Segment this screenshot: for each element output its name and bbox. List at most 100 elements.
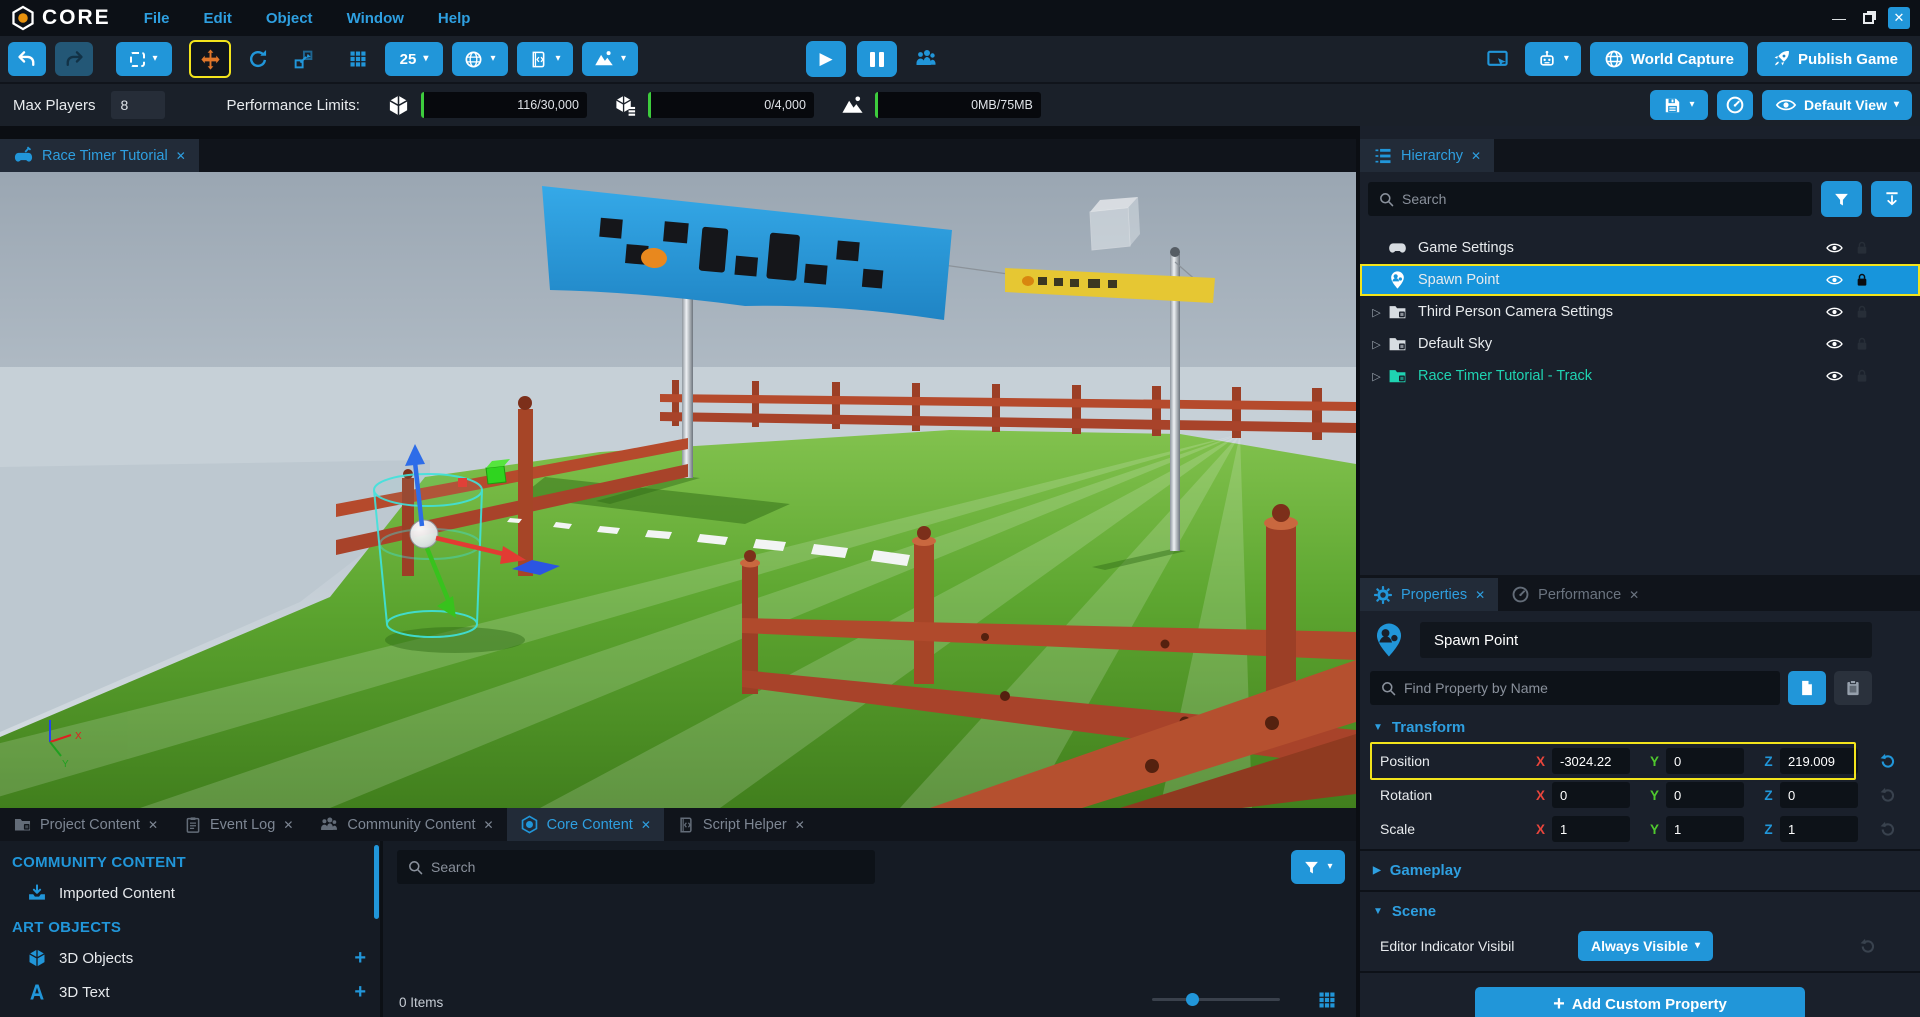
- visibility-eye-icon[interactable]: [1823, 303, 1846, 321]
- menu-edit[interactable]: Edit: [187, 2, 249, 35]
- close-tab-icon[interactable]: ✕: [795, 818, 805, 832]
- close-tab-icon[interactable]: ✕: [1471, 149, 1481, 163]
- ai-assistant-dropdown[interactable]: ▾: [1525, 42, 1581, 76]
- lock-icon[interactable]: [1854, 336, 1870, 352]
- default-view-dropdown[interactable]: Default View▾: [1762, 90, 1912, 120]
- rotation-z-input[interactable]: [1780, 782, 1858, 808]
- grid-view-button[interactable]: [1310, 985, 1344, 1015]
- close-tab-icon[interactable]: ✕: [484, 818, 494, 832]
- close-tab-icon[interactable]: ✕: [283, 818, 293, 832]
- close-tab-icon[interactable]: ✕: [1475, 588, 1485, 602]
- viewport-3d-scene[interactable]: X Y: [0, 172, 1356, 808]
- world-space-dropdown[interactable]: ▾: [452, 42, 508, 76]
- menu-file[interactable]: File: [127, 2, 187, 35]
- hierarchy-search-input[interactable]: [1368, 182, 1812, 216]
- tab-properties[interactable]: Properties ✕: [1360, 578, 1498, 611]
- scale-z-input[interactable]: [1780, 816, 1858, 842]
- rotation-y-input[interactable]: [1666, 782, 1744, 808]
- reset-position-button[interactable]: [1876, 750, 1898, 772]
- tab-hierarchy[interactable]: Hierarchy ✕: [1360, 139, 1494, 172]
- menu-help[interactable]: Help: [421, 2, 488, 35]
- publish-game-button[interactable]: Publish Game: [1757, 42, 1912, 76]
- tab-performance[interactable]: Performance ✕: [1498, 578, 1652, 611]
- sidebar-item-3d-objects[interactable]: 3D Objects +: [0, 941, 380, 975]
- lock-icon[interactable]: [1854, 368, 1870, 384]
- screen-capture-button[interactable]: [1480, 42, 1516, 76]
- close-button[interactable]: ✕: [1888, 7, 1910, 29]
- hierarchy-row-spawn-point[interactable]: Spawn Point: [1360, 264, 1920, 296]
- sidebar-scrollbar[interactable]: [374, 845, 379, 919]
- rotation-x-input[interactable]: [1552, 782, 1630, 808]
- position-z-input[interactable]: [1780, 748, 1858, 774]
- redo-button[interactable]: [55, 42, 93, 76]
- editor-indicator-dropdown[interactable]: Always Visible ▾: [1578, 931, 1713, 961]
- snap-size-dropdown[interactable]: 25▾: [385, 42, 443, 76]
- tab-core-content[interactable]: Core Content ✕: [507, 808, 664, 841]
- max-players-input[interactable]: [111, 91, 165, 119]
- tab-script-helper[interactable]: Script Helper ✕: [664, 808, 818, 841]
- expander-icon[interactable]: ▷: [1367, 370, 1386, 383]
- minimize-button[interactable]: —: [1829, 10, 1849, 26]
- tab-race-timer-tutorial[interactable]: Race Timer Tutorial ✕: [0, 139, 199, 172]
- hierarchy-row-race-timer-track[interactable]: ▷ Race Timer Tutorial - Track: [1360, 360, 1920, 392]
- copy-properties-button[interactable]: [1788, 671, 1826, 705]
- grid-snap-button[interactable]: [340, 42, 376, 76]
- hierarchy-row-game-settings[interactable]: Game Settings: [1360, 232, 1920, 264]
- visibility-eye-icon[interactable]: [1823, 367, 1846, 385]
- expander-icon[interactable]: ▷: [1367, 306, 1386, 319]
- move-tool-button[interactable]: [189, 40, 231, 78]
- position-x-input[interactable]: [1552, 748, 1630, 774]
- select-tool-button[interactable]: ▾: [116, 42, 172, 76]
- undo-button[interactable]: [8, 42, 46, 76]
- tab-event-log[interactable]: Event Log ✕: [171, 808, 306, 841]
- content-filter-button[interactable]: ▾: [1291, 850, 1345, 884]
- hierarchy-row-third-person-camera[interactable]: ▷ Third Person Camera Settings: [1360, 296, 1920, 328]
- find-property-input[interactable]: [1370, 671, 1780, 705]
- add-3d-objects-button[interactable]: +: [354, 948, 366, 968]
- scale-tool-button[interactable]: [285, 42, 321, 76]
- rotate-tool-button[interactable]: [240, 42, 276, 76]
- position-y-input[interactable]: [1666, 748, 1744, 774]
- visibility-eye-icon[interactable]: [1823, 335, 1846, 353]
- close-tab-icon[interactable]: ✕: [176, 149, 186, 163]
- world-capture-button[interactable]: World Capture: [1590, 42, 1748, 76]
- performance-mode-button[interactable]: [1717, 90, 1753, 120]
- section-scene[interactable]: ▼ Scene: [1360, 897, 1920, 926]
- reset-rotation-button[interactable]: [1876, 784, 1898, 806]
- script-dropdown[interactable]: ▾: [517, 42, 573, 76]
- hierarchy-row-default-sky[interactable]: ▷ Default Sky: [1360, 328, 1920, 360]
- add-custom-property-button[interactable]: + Add Custom Property: [1475, 987, 1805, 1017]
- tab-community-content[interactable]: Community Content ✕: [306, 808, 506, 841]
- play-button[interactable]: ▶: [806, 41, 846, 77]
- scale-y-input[interactable]: [1666, 816, 1744, 842]
- visibility-eye-icon[interactable]: [1823, 271, 1846, 289]
- paste-properties-button[interactable]: [1834, 671, 1872, 705]
- lock-icon[interactable]: [1854, 304, 1870, 320]
- lock-icon[interactable]: [1854, 240, 1870, 256]
- slider-knob[interactable]: [1186, 993, 1199, 1006]
- visibility-eye-icon[interactable]: [1823, 239, 1846, 257]
- sidebar-item-3d-text[interactable]: 3D Text +: [0, 975, 380, 1009]
- terrain-dropdown[interactable]: ▾: [582, 42, 638, 76]
- expander-icon[interactable]: ▷: [1367, 338, 1386, 351]
- close-tab-icon[interactable]: ✕: [148, 818, 158, 832]
- menu-object[interactable]: Object: [249, 2, 330, 35]
- tab-project-content[interactable]: Project Content ✕: [0, 808, 171, 841]
- thumbnail-size-slider[interactable]: [1152, 998, 1280, 1001]
- scale-x-input[interactable]: [1552, 816, 1630, 842]
- add-3d-text-button[interactable]: +: [354, 982, 366, 1002]
- object-name-input[interactable]: [1420, 622, 1872, 658]
- content-search-input[interactable]: [397, 850, 875, 884]
- restore-button[interactable]: [1863, 13, 1874, 24]
- hierarchy-filter-button[interactable]: [1821, 181, 1862, 217]
- pause-button[interactable]: [857, 41, 897, 77]
- close-tab-icon[interactable]: ✕: [1629, 588, 1639, 602]
- reset-scale-button[interactable]: [1876, 818, 1898, 840]
- multiplayer-preview-button[interactable]: [908, 42, 944, 76]
- collapse-all-button[interactable]: [1871, 181, 1912, 217]
- reset-editor-indicator-button[interactable]: [1856, 935, 1878, 957]
- section-transform[interactable]: ▼ Transform: [1360, 713, 1920, 742]
- close-tab-icon[interactable]: ✕: [641, 818, 651, 832]
- menu-window[interactable]: Window: [330, 2, 421, 35]
- lock-icon[interactable]: [1854, 272, 1870, 288]
